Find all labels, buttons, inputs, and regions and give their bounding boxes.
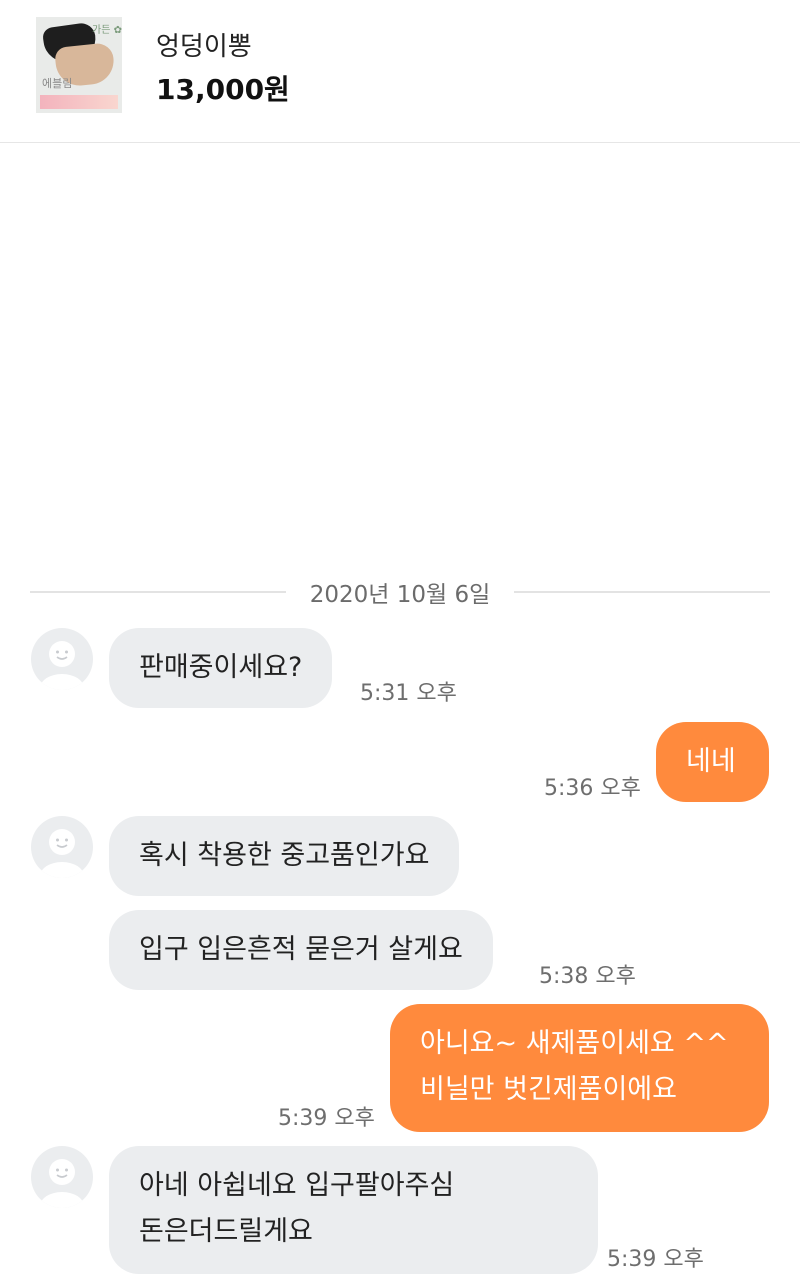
date-separator-line-right (514, 591, 771, 593)
message-text-line: 아네 아쉽네요 입구팔아주심 (139, 1170, 455, 1201)
date-separator-line-left (30, 591, 286, 593)
message-row: 아네 아쉽네요 입구팔아주심 돈은더드릴게요 5:39 오후 (0, 1146, 800, 1276)
date-separator: 2020년 10월 6일 (30, 575, 771, 609)
product-thumbnail[interactable]: 가든 ✿ 에블림 (36, 17, 122, 113)
incoming-message-bubble[interactable]: 혹시 착용한 중고품인가요 (109, 816, 460, 896)
message-text: 판매중이세요? (139, 652, 303, 683)
avatar-icon[interactable] (31, 816, 93, 878)
thumbnail-decoration: 가든 ✿ (92, 25, 122, 36)
message-text-line: 비닐만 벗긴제품이에요 (420, 1074, 677, 1105)
incoming-message-bubble[interactable]: 아네 아쉽네요 입구팔아주심 돈은더드릴게요 (109, 1146, 598, 1274)
message-row: 혹시 착용한 중고품인가요 (0, 816, 800, 896)
incoming-message-bubble[interactable]: 입구 입은흔적 묻은거 살게요 (109, 910, 493, 990)
message-time: 5:36 오후 (544, 776, 641, 801)
message-row: 5:39 오후 아니요~ 새제품이세요 ^^ 비닐만 벗긴제품이에요 (0, 1004, 800, 1132)
product-name: 엉덩이뽕 (156, 32, 252, 62)
avatar-icon[interactable] (31, 1146, 93, 1208)
message-time: 5:38 오후 (539, 964, 636, 989)
message-time: 5:31 오후 (360, 681, 457, 706)
incoming-message-bubble[interactable]: 판매중이세요? (109, 628, 333, 708)
message-text: 네네 (686, 746, 736, 777)
date-separator-text: 2020년 10월 6일 (309, 582, 491, 608)
message-time: 5:39 오후 (607, 1247, 704, 1272)
message-text: 혹시 착용한 중고품인가요 (139, 840, 430, 871)
product-price: 13,000원 (156, 73, 290, 106)
message-row: 입구 입은흔적 묻은거 살게요 5:38 오후 (0, 910, 800, 990)
message-text: 입구 입은흔적 묻은거 살게요 (139, 934, 463, 965)
message-row: 판매중이세요? 5:31 오후 (0, 628, 800, 708)
thumbnail-pink-strip (40, 95, 118, 109)
message-text-line: 아니요~ 새제품이세요 ^^ (420, 1028, 729, 1059)
avatar-icon[interactable] (31, 628, 93, 690)
message-text-line: 돈은더드릴게요 (139, 1216, 313, 1247)
outgoing-message-bubble[interactable]: 아니요~ 새제품이세요 ^^ 비닐만 벗긴제품이에요 (390, 1004, 769, 1132)
message-row: 5:36 오후 네네 (0, 722, 800, 802)
message-time: 5:39 오후 (278, 1106, 375, 1131)
outgoing-message-bubble[interactable]: 네네 (656, 722, 769, 802)
product-header[interactable]: 가든 ✿ 에블림 엉덩이뽕 13,000원 (0, 0, 800, 143)
thumbnail-logo-text: 에블림 (42, 77, 73, 90)
